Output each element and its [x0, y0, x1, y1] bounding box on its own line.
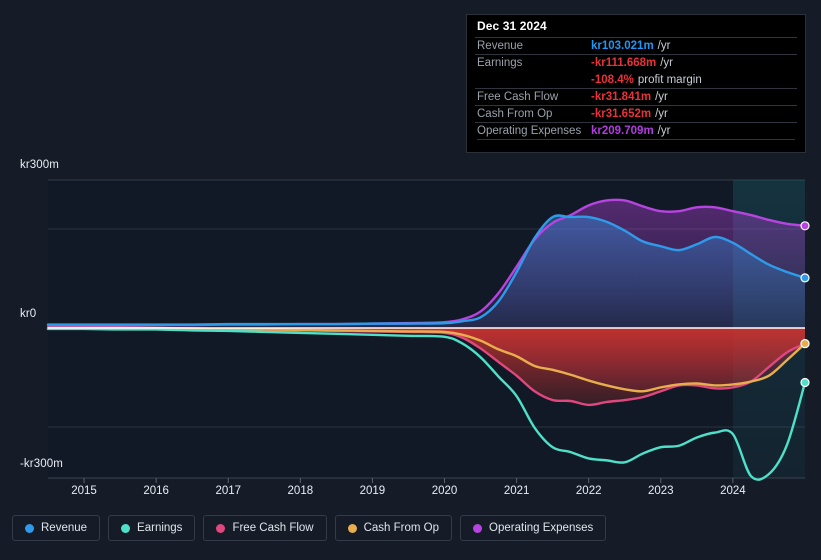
tooltip-row-label: Operating Expenses — [477, 125, 582, 137]
tooltip-row-unit: /yr — [657, 40, 671, 52]
endpoint-revenue — [800, 273, 810, 283]
x-axis-label-2016: 2016 — [143, 485, 169, 497]
tooltip-row-value: -kr111.668m — [591, 57, 657, 69]
legend-item-earnings[interactable]: Earnings — [108, 515, 196, 541]
tooltip-row-unit: /yr — [655, 108, 668, 120]
legend-item-label: Cash From Op — [363, 522, 440, 534]
tooltip-row: Revenue kr103.021m/yr — [475, 37, 797, 54]
legend-item-label: Earnings — [137, 522, 183, 534]
tooltip-row-value: kr103.021m — [591, 40, 654, 52]
legend-color-dot — [25, 523, 34, 533]
x-axis-label-2015: 2015 — [71, 485, 97, 497]
y-axis-label-bottom: -kr300m — [20, 458, 63, 470]
legend-item-label: Revenue — [41, 522, 88, 534]
legend-color-dot — [473, 523, 483, 533]
endpoint-operating-expenses — [800, 221, 810, 231]
legend-color-dot — [347, 523, 357, 533]
tooltip-row-value: kr209.709m — [591, 125, 654, 137]
tooltip-row: Earnings -kr111.668m/yr — [475, 54, 797, 71]
tooltip-date: Dec 31 2024 — [477, 19, 547, 33]
tooltip-row: Operating Expenses kr209.709m/yr — [475, 122, 797, 139]
y-axis-label-zero: kr0 — [20, 308, 37, 320]
tooltip-row-label: Revenue — [477, 40, 524, 52]
tooltip-row-unit: /yr — [655, 91, 668, 103]
financial-chart-page: kr300m kr0 -kr300m 2015 2016 2017 2018 2019 2… — [0, 0, 821, 560]
chart-tooltip: Dec 31 2024 Revenue kr103.021m/yr Earnings… — [466, 14, 806, 153]
chart-legend[interactable]: Revenue Earnings Free Cash Flow Cash From O… — [12, 515, 607, 541]
x-axis-label-2019: 2019 — [359, 485, 386, 497]
tooltip-row-unit: /yr — [657, 125, 671, 137]
legend-item-free-cash-flow[interactable]: Free Cash Flow — [203, 515, 327, 541]
x-axis-label-2018: 2018 — [287, 485, 314, 497]
legend-item-label: Operating Expenses — [489, 522, 594, 534]
endpoint-cash-from-op — [800, 338, 810, 349]
x-axis-label-2022: 2022 — [575, 485, 602, 497]
tooltip-row: -108.4% profit margin — [475, 71, 797, 88]
legend-item-revenue[interactable]: Revenue — [12, 515, 101, 541]
tooltip-bottom-rule — [477, 139, 795, 140]
tooltip-row-label: Earnings — [477, 57, 523, 69]
legend-item-operating-expenses[interactable]: Operating Expenses — [460, 515, 607, 541]
x-axis-label-2023: 2023 — [648, 485, 674, 497]
x-axis-label-2024: 2024 — [720, 485, 746, 497]
legend-item-label: Free Cash Flow — [232, 522, 314, 534]
tooltip-row: Cash From Op -kr31.652m/yr — [475, 105, 797, 122]
x-axis-label-2017: 2017 — [215, 485, 242, 497]
x-axis-label-2020: 2020 — [431, 485, 458, 497]
endpoint-earnings — [800, 377, 810, 388]
x-axis-label-2021: 2021 — [503, 485, 530, 497]
tooltip-row-label: Free Cash Flow — [477, 91, 559, 103]
tooltip-row-unit: profit margin — [637, 73, 702, 86]
legend-color-dot — [216, 523, 226, 533]
legend-item-cash-from-op[interactable]: Cash From Op — [334, 515, 453, 541]
legend-color-dot — [121, 523, 131, 533]
tooltip-rows: Revenue kr103.021m/yr Earnings -kr111.668m /… — [475, 37, 797, 139]
tooltip-row-value: -kr31.652m — [591, 108, 652, 120]
tooltip-row-unit: /yr — [660, 57, 674, 69]
y-axis-label-top: kr300m — [20, 159, 59, 171]
tooltip-row: Free Cash Flow -kr31.841m/yr — [475, 88, 797, 105]
tooltip-row-label: Cash From Op — [477, 108, 553, 120]
tooltip-row-value: -kr31.841m — [591, 91, 652, 103]
tooltip-row-value: -108.4% — [591, 73, 634, 86]
x-axis-ticks — [83, 478, 734, 483]
